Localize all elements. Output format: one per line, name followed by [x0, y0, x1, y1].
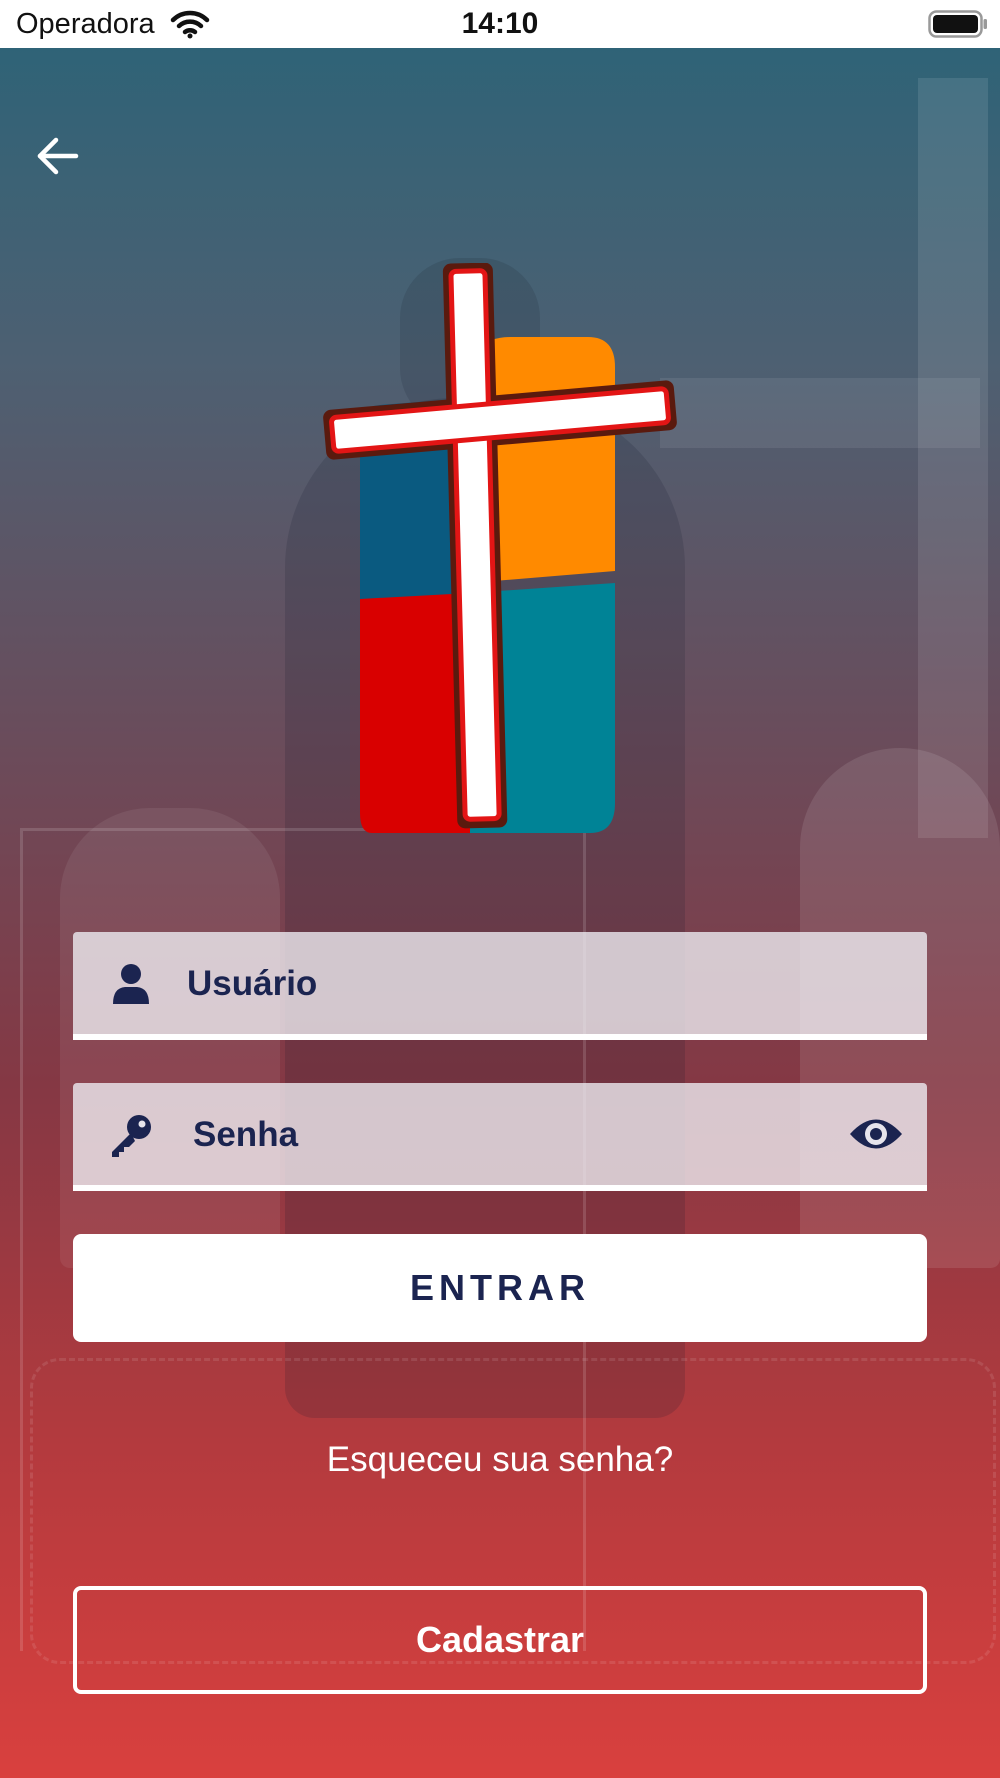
church-cross-logo: [323, 263, 677, 833]
key-icon: [112, 1115, 151, 1157]
forgot-password-link[interactable]: Esqueceu sua senha?: [0, 1440, 1000, 1480]
status-bar: Operadora 14:10: [0, 0, 1000, 48]
eye-icon[interactable]: [848, 1109, 904, 1159]
login-button[interactable]: ENTRAR: [73, 1234, 927, 1342]
status-time: 14:10: [461, 7, 539, 40]
login-screen: ENTRAR Esqueceu sua senha? Cadastrar: [0, 48, 1000, 1778]
back-button[interactable]: [30, 128, 86, 184]
background-photo: [918, 78, 988, 838]
password-field[interactable]: [73, 1083, 927, 1191]
battery-icon: [928, 10, 987, 38]
username-field[interactable]: [73, 932, 927, 1040]
register-button[interactable]: Cadastrar: [73, 1586, 927, 1694]
password-input[interactable]: [191, 1103, 795, 1167]
username-input[interactable]: [185, 952, 789, 1016]
arrow-left-icon: [37, 137, 79, 175]
user-icon: [113, 964, 149, 1004]
